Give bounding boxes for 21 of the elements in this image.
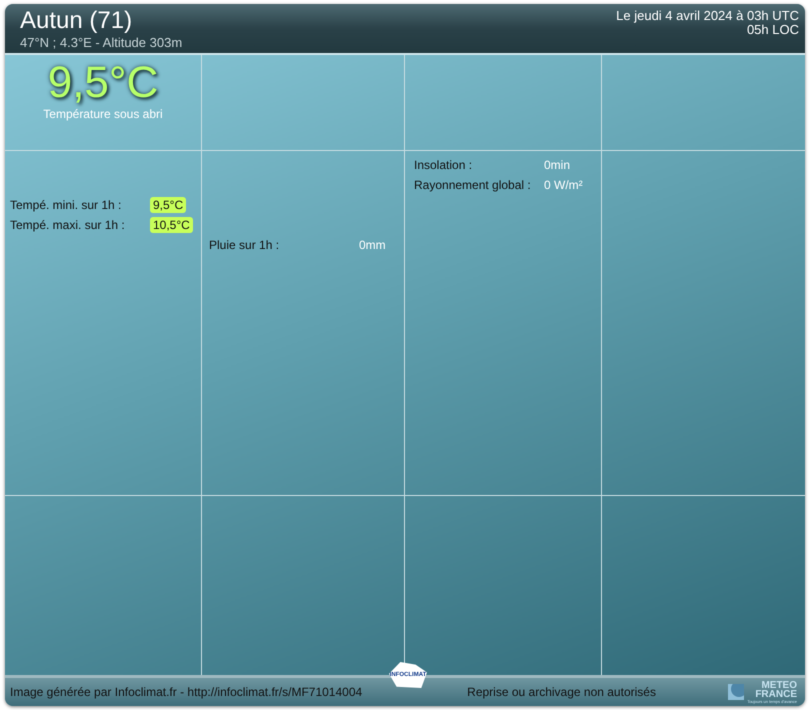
temperature-label: Température sous abri: [43, 107, 163, 121]
credit-text: Image générée par Infoclimat.fr - http://infoclimat.fr/s/MF71014004: [10, 685, 362, 699]
logo-word: FRANCE: [755, 690, 797, 698]
logo-word: METEO: [761, 680, 797, 690]
temperature-extreme-value: 10,5°C: [150, 217, 193, 233]
observation-date: Le jeudi 4 avril 2024 à 03h UTC: [616, 9, 799, 23]
temperature-extreme-label: Tempé. maxi. sur 1h :: [10, 218, 126, 232]
rain-label: Pluie sur 1h :: [209, 238, 280, 252]
sunshine-value: 0 W/m²: [544, 178, 583, 192]
sunshine-value: 0min: [544, 158, 570, 172]
sunshine-label: Rayonnement global :: [414, 178, 532, 192]
station-title: Autun (71): [20, 7, 134, 35]
temperature-extreme-value: 9,5°C: [150, 197, 186, 213]
sunshine-label: Insolation :: [414, 158, 474, 172]
globe-icon: [728, 684, 744, 700]
temperature-value: 9,5°C: [48, 59, 158, 107]
local-time: 05h LOC: [746, 23, 799, 37]
rain-value: 0mm: [359, 238, 386, 252]
temperature-extreme-label: Tempé. mini. sur 1h :: [10, 198, 122, 212]
copyright-notice: Reprise ou archivage non autorisés: [467, 685, 656, 699]
station-coordinates: 47°N ; 4.3°E - Altitude 303m: [20, 35, 182, 50]
